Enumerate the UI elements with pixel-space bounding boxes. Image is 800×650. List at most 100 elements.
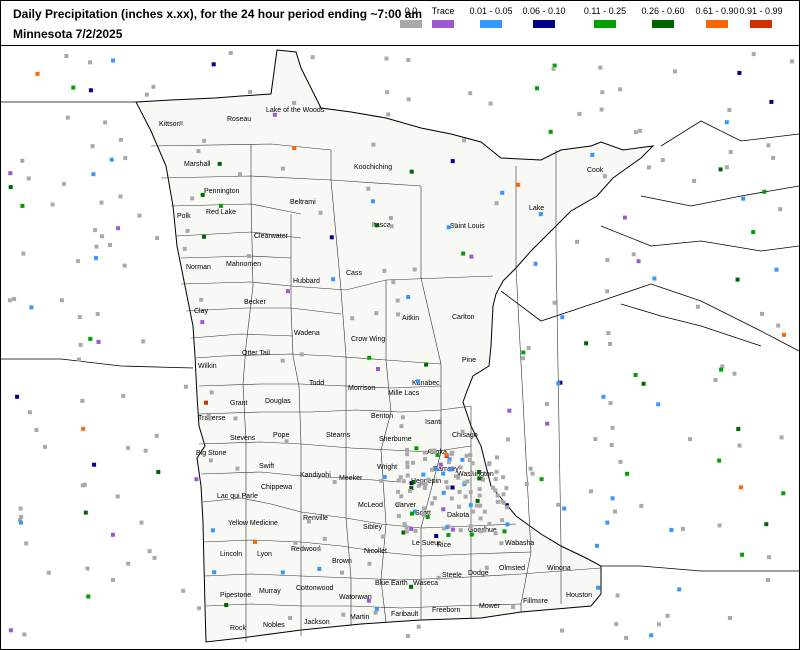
station-marker [551,66,556,71]
station-marker [718,167,723,172]
station-marker [421,472,426,477]
station-marker [404,529,409,534]
county-label-pennington: Pennington [204,188,240,195]
station-marker [50,202,55,207]
station-marker [606,331,611,336]
station-marker [713,378,718,382]
station-marker [310,55,315,60]
lake-superior-south-line [600,225,799,252]
county-label-chisago: Chisago [452,432,478,439]
station-marker [65,115,70,120]
station-marker [181,588,186,593]
station-marker [737,70,742,75]
legend-swatch [652,20,674,28]
station-marker [185,228,190,233]
legend-swatch [750,20,772,28]
station-marker [199,297,204,302]
station-marker [495,455,499,460]
station-marker [64,54,69,58]
county-label-fillmore: Fillmore [523,598,548,605]
county-label-red-lake: Red Lake [206,209,236,216]
station-marker [450,485,455,490]
station-marker [500,190,505,195]
station-marker [545,421,550,426]
station-marker [438,462,443,467]
station-marker [401,479,406,484]
station-marker [424,362,429,367]
county-label-kandiyohi: Kandiyohi [300,472,331,479]
station-marker [605,289,610,294]
station-marker [719,367,724,372]
station-marker [463,494,468,499]
county-label-sherburne: Sherburne [379,436,412,443]
station-marker [91,172,96,177]
station-marker [781,491,786,496]
station-marker [477,493,482,498]
station-marker [610,425,615,430]
station-marker [494,469,499,474]
station-marker [408,489,412,493]
legend-label: Trace [431,6,455,16]
county-label-isanti: Isanti [425,419,442,426]
station-marker [562,506,567,511]
station-marker [618,459,623,464]
station-marker [426,477,431,482]
station-marker [77,315,82,319]
station-marker [285,289,290,294]
county-label-norman: Norman [186,264,211,271]
station-marker [8,171,13,176]
station-marker [413,528,418,533]
station-marker [488,101,493,106]
station-marker [409,584,414,589]
station-marker [382,268,387,273]
county-label-faribault: Faribault [391,611,418,618]
station-marker [740,552,745,557]
station-marker [724,165,729,170]
station-marker [738,485,743,490]
station-marker [646,165,651,170]
county-label-steele: Steele [442,572,462,579]
station-marker [209,390,214,395]
station-marker [103,120,108,125]
minnesota-map: KittsonRoseauLake of the WoodsMarshall Ko… [1,49,799,643]
station-marker [453,223,458,228]
station-marker [405,464,410,469]
station-marker [495,499,500,504]
station-marker [405,633,410,638]
station-marker [441,507,446,512]
county-label-lincoln: Lincoln [220,551,242,558]
station-marker [178,121,183,125]
station-marker [457,504,461,509]
station-marker [272,112,277,117]
station-marker [422,450,427,455]
county-label-cottonwood: Cottonwood [296,585,333,592]
station-marker [405,452,410,457]
station-marker [767,555,771,560]
county-label-stevens: Stevens [230,435,256,442]
station-marker [741,196,746,201]
county-label-redwood: Redwood [291,546,321,553]
station-marker [736,427,741,431]
station-marker [420,481,425,486]
station-marker [441,471,446,476]
station-marker [367,355,372,360]
station-marker [608,341,612,346]
station-marker [441,490,446,495]
station-marker [493,531,498,536]
station-marker [639,503,644,508]
legend-swatch [706,20,728,28]
station-marker [322,536,327,541]
station-marker [100,234,105,239]
station-marker [692,178,697,183]
station-marker [280,570,285,575]
legend-label: 0.11 - 0.25 [583,6,627,16]
station-marker [482,509,487,514]
legend-item-3: 0.06 - 0.10 [519,4,569,28]
station-marker [615,593,620,598]
station-marker [151,84,156,89]
station-marker [395,298,400,303]
station-marker [20,203,25,208]
station-marker [27,410,32,415]
station-marker [29,305,34,310]
station-marker [396,489,400,494]
